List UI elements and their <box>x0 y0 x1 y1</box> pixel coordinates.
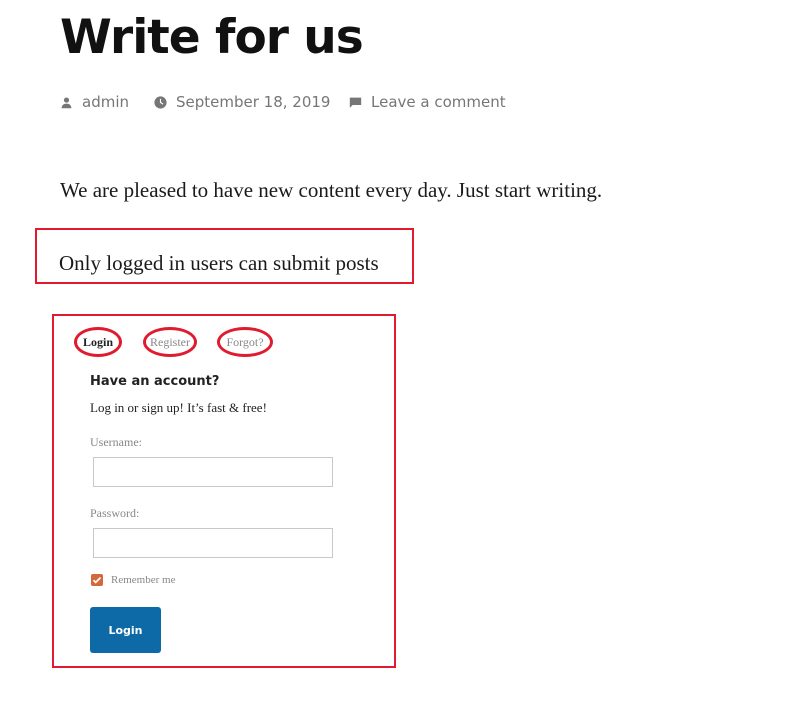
tab-forgot[interactable]: Forgot? <box>217 327 273 357</box>
remember-label: Remember me <box>111 574 176 586</box>
leave-comment-link[interactable]: Leave a comment <box>371 93 506 111</box>
password-label: Password: <box>90 506 140 520</box>
login-submit-button[interactable]: Login <box>90 607 161 653</box>
login-subheading: Log in or sign up! It’s fast & free! <box>90 400 267 415</box>
post-intro: We are pleased to have new content every… <box>60 178 603 202</box>
date-link[interactable]: September 18, 2019 <box>176 93 330 111</box>
post-title: Write for us <box>60 10 364 65</box>
username-field[interactable] <box>93 457 333 487</box>
post-author[interactable]: admin <box>60 93 129 111</box>
tab-login[interactable]: Login <box>74 327 122 357</box>
post-comments[interactable]: Leave a comment <box>349 93 506 111</box>
login-required-notice: Only logged in users can submit posts <box>35 228 414 284</box>
login-widget: Login Register Forgot? Have an account? … <box>52 314 396 668</box>
login-heading: Have an account? <box>90 374 220 389</box>
person-icon <box>61 96 72 108</box>
tab-register[interactable]: Register <box>143 327 197 357</box>
clock-icon <box>154 95 167 109</box>
notice-text: Only logged in users can submit posts <box>59 251 379 275</box>
checkmark-icon <box>92 576 102 584</box>
remember-checkbox[interactable] <box>91 574 103 586</box>
post-date[interactable]: September 18, 2019 <box>154 93 330 111</box>
password-field[interactable] <box>93 528 333 558</box>
username-label: Username: <box>90 435 142 449</box>
remember-me[interactable]: Remember me <box>91 574 175 586</box>
comment-bubble-icon <box>349 97 362 108</box>
author-link[interactable]: admin <box>82 93 129 111</box>
